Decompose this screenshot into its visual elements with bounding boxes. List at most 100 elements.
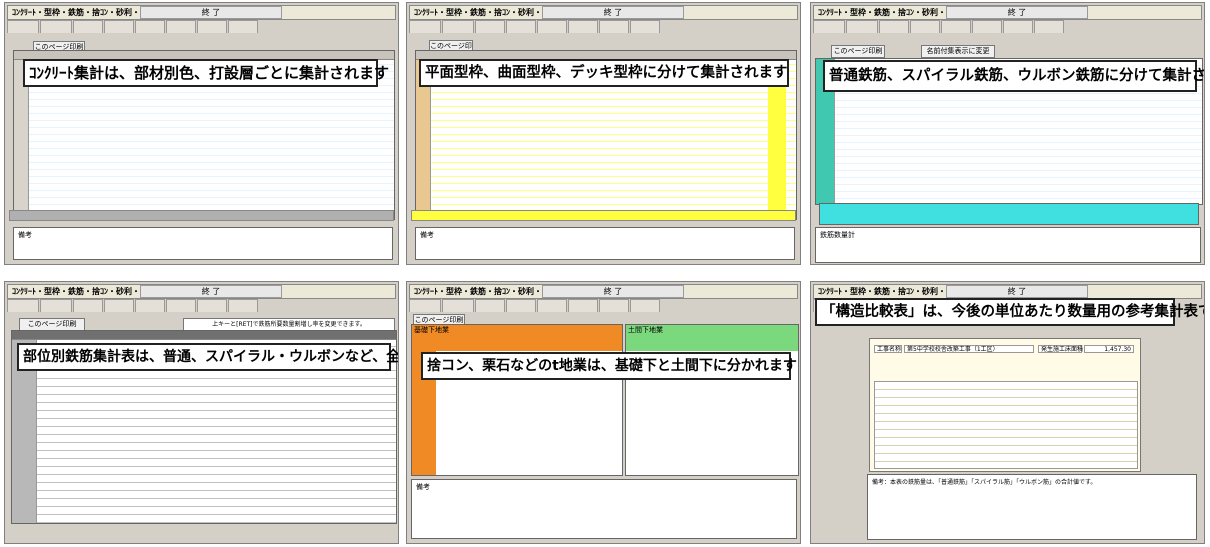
caption-concrete: ｺﾝｸﾘｰﾄ集計は、部材別色、打設層ごとに集計されます bbox=[23, 59, 389, 87]
tab[interactable] bbox=[197, 20, 227, 33]
tab[interactable] bbox=[475, 20, 505, 33]
tab[interactable] bbox=[40, 20, 72, 33]
caption-compare: 「構造比較表」は、今後の単位あたり数量用の参考集計表です bbox=[815, 298, 1204, 326]
print-page-button[interactable]: このページ印刷 bbox=[831, 45, 885, 58]
table-header bbox=[12, 331, 396, 340]
exit-button[interactable]: 終 了 bbox=[946, 6, 1088, 19]
title-bar: ｺﾝｸﾘｰﾄ・型枠・鉄筋・捨ｺﾝ・砂利・印刷 終 了 bbox=[813, 284, 1202, 299]
window-title: ｺﾝｸﾘｰﾄ・型枠・鉄筋・捨ｺﾝ・砂利・印刷 bbox=[12, 287, 156, 296]
tab[interactable] bbox=[7, 299, 39, 312]
title-bar: ｺﾝｸﾘｰﾄ・型枠・鉄筋・捨ｺﾝ・砂利・印刷 終 了 bbox=[813, 5, 1202, 20]
tab[interactable] bbox=[135, 20, 165, 33]
foundation-header: 基礎下地業 bbox=[412, 325, 622, 335]
panel-concrete: ｺﾝｸﾘｰﾄ・型枠・鉄筋・捨ｺﾝ・砂利・印刷 終 了 このページ印刷 ｺﾝｸﾘｰ… bbox=[4, 2, 399, 265]
tab[interactable] bbox=[599, 299, 629, 312]
comparison-form: 工事名称 第5中学校校舎改築工事（1工区） 発生施工床面積 1,457.30 bbox=[869, 338, 1141, 472]
tab[interactable] bbox=[972, 20, 1002, 33]
tab[interactable] bbox=[40, 299, 72, 312]
tab[interactable] bbox=[568, 299, 598, 312]
title-bar: ｺﾝｸﾘｰﾄ・型枠・鉄筋・捨ｺﾝ・砂利・印刷 終 了 bbox=[7, 5, 396, 20]
compare-note-text: 備考：本表の鉄筋量は、「普通鉄筋」「スパイラル筋」「ウルボン筋」の合計値です。 bbox=[872, 479, 1097, 486]
tab[interactable] bbox=[475, 299, 505, 312]
window-title: ｺﾝｸﾘｰﾄ・型枠・鉄筋・捨ｺﾝ・砂利・印刷 bbox=[818, 287, 962, 296]
exit-button[interactable]: 終 了 bbox=[946, 285, 1088, 298]
column-headers bbox=[626, 335, 798, 351]
tab[interactable] bbox=[599, 20, 629, 33]
floor-area-label: 発生施工床面積 bbox=[1038, 345, 1083, 353]
caption-rebar: 普通鉄筋、スパイラル鉄筋、ウルボン鉄筋に分けて集計されます bbox=[823, 60, 1204, 92]
tab[interactable] bbox=[879, 20, 909, 33]
tab[interactable] bbox=[73, 299, 103, 312]
tab-strip bbox=[409, 20, 798, 34]
tab[interactable] bbox=[846, 20, 878, 33]
tab[interactable] bbox=[813, 20, 845, 33]
tab[interactable] bbox=[537, 20, 567, 33]
project-label: 工事名称 bbox=[874, 345, 902, 353]
window-title: ｺﾝｸﾘｰﾄ・型枠・鉄筋・捨ｺﾝ・砂利・印刷 bbox=[818, 8, 962, 17]
tab[interactable] bbox=[409, 20, 441, 33]
comparison-table[interactable] bbox=[874, 381, 1138, 469]
exit-button[interactable]: 終 了 bbox=[140, 6, 282, 19]
memo-label: 備考 bbox=[420, 231, 434, 239]
caption-member-rebar: 部位別鉄筋集計表は、普通、スパイラル・ウルボンなど、全ての鉄筋の数量です bbox=[17, 343, 398, 371]
caption-formwork: 平面型枠、曲面型枠、デッキ型枠に分けて集計されます bbox=[419, 59, 789, 87]
exit-button[interactable]: 終 了 bbox=[140, 285, 282, 298]
tab[interactable] bbox=[442, 20, 474, 33]
tab[interactable] bbox=[135, 299, 165, 312]
tab[interactable] bbox=[104, 20, 134, 33]
tab[interactable] bbox=[537, 299, 567, 312]
tab[interactable] bbox=[197, 299, 227, 312]
tab[interactable] bbox=[228, 20, 258, 33]
memo-label: 備考 bbox=[416, 483, 430, 491]
panel-formwork: ｺﾝｸﾘｰﾄ・型枠・鉄筋・捨ｺﾝ・砂利・印刷 終 了 このページ印刷 平面型枠、… bbox=[406, 2, 801, 265]
tab[interactable] bbox=[409, 299, 441, 312]
memo-label: 備考 bbox=[18, 231, 32, 239]
tab[interactable] bbox=[941, 20, 971, 33]
tab[interactable] bbox=[630, 20, 660, 33]
panel-structure-compare: ｺﾝｸﾘｰﾄ・型枠・鉄筋・捨ｺﾝ・砂利・印刷 終 了 工事名称 第5中学校校舎改… bbox=[810, 281, 1205, 544]
floor-header: 土間下地業 bbox=[626, 325, 798, 335]
project-name-field[interactable]: 第5中学校校舎改築工事（1工区） bbox=[904, 345, 1034, 353]
tab[interactable] bbox=[442, 299, 474, 312]
tab[interactable] bbox=[1003, 20, 1033, 33]
window-title: ｺﾝｸﾘｰﾄ・型枠・鉄筋・捨ｺﾝ・砂利・印刷 bbox=[12, 8, 156, 17]
tab[interactable] bbox=[7, 20, 39, 33]
tab[interactable] bbox=[910, 20, 940, 33]
exit-button[interactable]: 終 了 bbox=[542, 6, 684, 19]
rebar-totals bbox=[819, 203, 1199, 225]
tab[interactable] bbox=[166, 20, 196, 33]
rename-view-button[interactable]: 名前付集表示に変更 bbox=[921, 45, 995, 58]
tab[interactable] bbox=[568, 20, 598, 33]
memo-field[interactable]: 備考 bbox=[411, 479, 797, 539]
compare-note: 備考：本表の鉄筋量は、「普通鉄筋」「スパイラル筋」「ウルボン筋」の合計値です。 bbox=[867, 474, 1197, 540]
tab[interactable] bbox=[73, 20, 103, 33]
tab-strip bbox=[7, 299, 396, 313]
tab[interactable] bbox=[166, 299, 196, 312]
window-title: ｺﾝｸﾘｰﾄ・型枠・鉄筋・捨ｺﾝ・砂利・印刷 bbox=[414, 8, 558, 17]
caption-subgrade: 捨コン、栗石などのt地業は、基礎下と土間下に分かれます bbox=[421, 352, 797, 380]
tab-strip bbox=[813, 20, 1202, 34]
panel-subgrade: ｺﾝｸﾘｰﾄ・型枠・鉄筋・捨ｺﾝ・砂利・印刷 終 了 このページ印刷 基礎下地業… bbox=[406, 281, 801, 544]
tab-strip bbox=[409, 299, 798, 313]
memo-field[interactable]: 備考 bbox=[13, 227, 393, 260]
tab[interactable] bbox=[630, 299, 660, 312]
rebar-summary: 鉄筋数量計 bbox=[815, 227, 1201, 263]
panel-member-rebar: ｺﾝｸﾘｰﾄ・型枠・鉄筋・捨ｺﾝ・砂利・印刷 終 了 このページ印刷 上キーと[… bbox=[4, 281, 399, 544]
exit-button[interactable]: 終 了 bbox=[542, 285, 684, 298]
column-headers bbox=[436, 335, 622, 351]
tab[interactable] bbox=[228, 299, 258, 312]
totals-row bbox=[411, 210, 796, 221]
title-bar: ｺﾝｸﾘｰﾄ・型枠・鉄筋・捨ｺﾝ・砂利・印刷 終 了 bbox=[409, 284, 798, 299]
foundation-subgrade-table[interactable]: 基礎下地業 bbox=[411, 324, 623, 476]
totals-row bbox=[9, 210, 394, 221]
tab[interactable] bbox=[104, 299, 134, 312]
floor-subgrade-table[interactable]: 土間下地業 bbox=[625, 324, 799, 476]
tab[interactable] bbox=[506, 20, 536, 33]
memo-field[interactable]: 備考 bbox=[415, 227, 795, 260]
tab[interactable] bbox=[506, 299, 536, 312]
tab[interactable] bbox=[1034, 20, 1064, 33]
window-title: ｺﾝｸﾘｰﾄ・型枠・鉄筋・捨ｺﾝ・砂利・印刷 bbox=[414, 287, 558, 296]
rebar-total-label: 鉄筋数量計 bbox=[820, 231, 855, 239]
floor-area-field[interactable]: 1,457.30 bbox=[1084, 345, 1134, 353]
title-bar: ｺﾝｸﾘｰﾄ・型枠・鉄筋・捨ｺﾝ・砂利・印刷 終 了 bbox=[409, 5, 798, 20]
